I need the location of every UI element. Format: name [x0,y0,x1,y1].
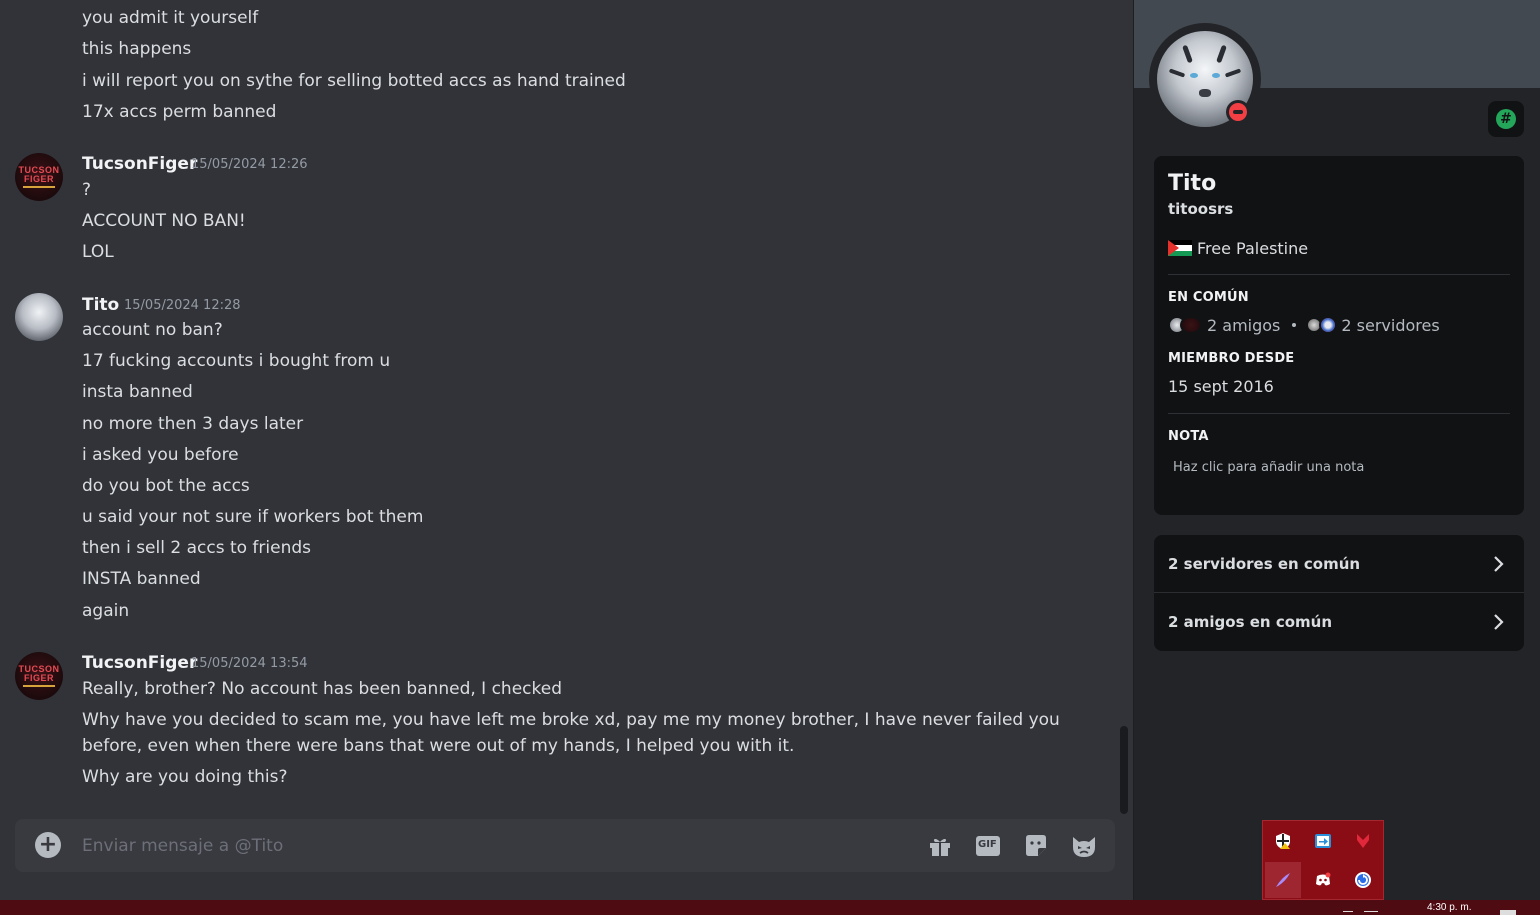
chat-scrollbar[interactable] [1118,0,1130,814]
mutual-servers-row[interactable]: 2 servidores en común [1154,535,1524,593]
chevron-right-icon [1488,554,1508,574]
member-since-date: 15 sept 2016 [1168,377,1274,396]
separator-dot [1292,323,1297,327]
divider [1168,413,1510,414]
message-line: account no ban? [82,320,223,340]
message-line: LOL [82,242,114,262]
mutual-servers-label: 2 servidores en común [1168,555,1361,573]
feather-icon[interactable] [1265,862,1301,898]
custom-status-text: Free Palestine [1197,238,1309,258]
profile-display-name: Tito [1168,171,1217,196]
message-line: 17x accs perm banned [82,102,277,122]
message-username[interactable]: Tito [82,294,119,316]
notifications-icon[interactable] [1500,910,1516,915]
discord-icon[interactable] [1305,862,1341,898]
message-line: i will report you on sythe for selling b… [82,71,626,91]
chat-area: you admit it yourself this happens i wil… [0,0,1133,900]
avatar-logo-bar [23,186,55,188]
message-line: again [82,601,130,621]
mutual-servers-count[interactable]: 2 servidores [1341,316,1439,335]
mutual-friends-label: 2 amigos en común [1168,613,1333,631]
mutual-section: 2 servidores en común 2 amigos en común [1154,535,1524,651]
message-line: u said your not sure if workers bot them [82,507,424,527]
divider [1168,274,1510,275]
message-composer: + GIF [15,819,1115,872]
hashtag-badge-icon[interactable]: # [1488,101,1524,137]
badge-glyph: # [1496,109,1516,129]
tucsonfiger-avatar[interactable]: TUCSON FIGER [15,153,63,201]
chevron-right-icon [1488,612,1508,632]
message-list[interactable]: you admit it yourself this happens i wil… [0,0,1118,810]
message-line: 17 fucking accounts i bought from u [82,351,391,371]
mutual-friends-count[interactable]: 2 amigos [1207,316,1280,335]
scrollbar-thumb[interactable] [1120,726,1128,814]
refresh-circle-icon[interactable] [1345,862,1381,898]
plus-circle-icon[interactable]: + [35,832,61,858]
in-common-title: EN COMÚN [1168,290,1249,305]
message-line: insta banned [82,382,193,402]
dnd-status-icon [1226,100,1250,124]
message-timestamp: 15/05/2024 13:54 [191,656,308,671]
message-line: INSTA banned [82,569,201,589]
taskbar-clock[interactable]: 4:30 p. m. [1427,903,1471,913]
gift-icon[interactable] [927,833,953,859]
tray-expand-icon[interactable] [1343,911,1353,915]
avatar-logo-bar [23,685,55,687]
message-line: ACCOUNT NO BAN! [82,211,246,231]
message-line: i asked you before [82,445,239,465]
message-username[interactable]: TucsonFiger [82,652,197,674]
message-username[interactable]: TucsonFiger [82,153,197,175]
shield-warning-icon[interactable] [1265,823,1301,859]
mutual-friends-row[interactable]: 2 amigos en común [1154,593,1524,651]
message-timestamp: 15/05/2024 12:26 [191,157,308,172]
message-line: do you bot the accs [82,476,250,496]
avatar-logo-text: FIGER [23,673,54,683]
palestine-flag-icon [1168,240,1192,256]
mutual-server-icon [1319,316,1338,334]
sticker-icon[interactable] [1023,833,1049,859]
emoji-icon[interactable] [1071,833,1097,859]
custom-status: Free Palestine [1168,238,1308,258]
note-title: NOTA [1168,429,1209,444]
member-since-title: MIEMBRO DESDE [1168,351,1295,366]
in-common-row: 2 amigos 2 servidores [1168,314,1440,336]
message-line: Why have you decided to scam me, you hav… [82,710,1060,756]
message-line: then i sell 2 accs to friends [82,538,312,558]
avatar-logo-text: FIGER [23,174,54,184]
note-input[interactable] [1168,454,1510,480]
message-line: this happens [82,39,192,59]
gif-label: GIF [978,839,997,850]
network-icon[interactable] [1364,911,1378,915]
taskbar: 4:30 p. m. [0,900,1540,915]
message-input[interactable] [82,833,902,859]
message-line: no more then 3 days later [82,414,304,434]
mutual-friend-avatar [1180,316,1202,334]
profile-card: Tito titoosrs Free Palestine EN COMÚN 2 … [1154,156,1524,515]
user-profile-panel: # Tito titoosrs Free Palestine EN COMÚN … [1133,0,1540,900]
tito-avatar[interactable] [15,293,63,341]
system-tray-flyout [1262,820,1384,900]
remote-arrow-icon[interactable] [1305,823,1341,859]
message-line: ? [82,180,92,200]
gif-icon[interactable]: GIF [975,833,1001,859]
profile-username[interactable]: titoosrs [1168,200,1233,218]
tucsonfiger-avatar[interactable]: TUCSON FIGER [15,652,63,700]
message-timestamp: 15/05/2024 12:28 [124,298,241,313]
message-line: Why are you doing this? [82,767,288,787]
red-drop-icon[interactable] [1345,823,1381,859]
message-line: Really, brother? No account has been ban… [82,679,563,699]
message-line: you admit it yourself [82,8,259,28]
